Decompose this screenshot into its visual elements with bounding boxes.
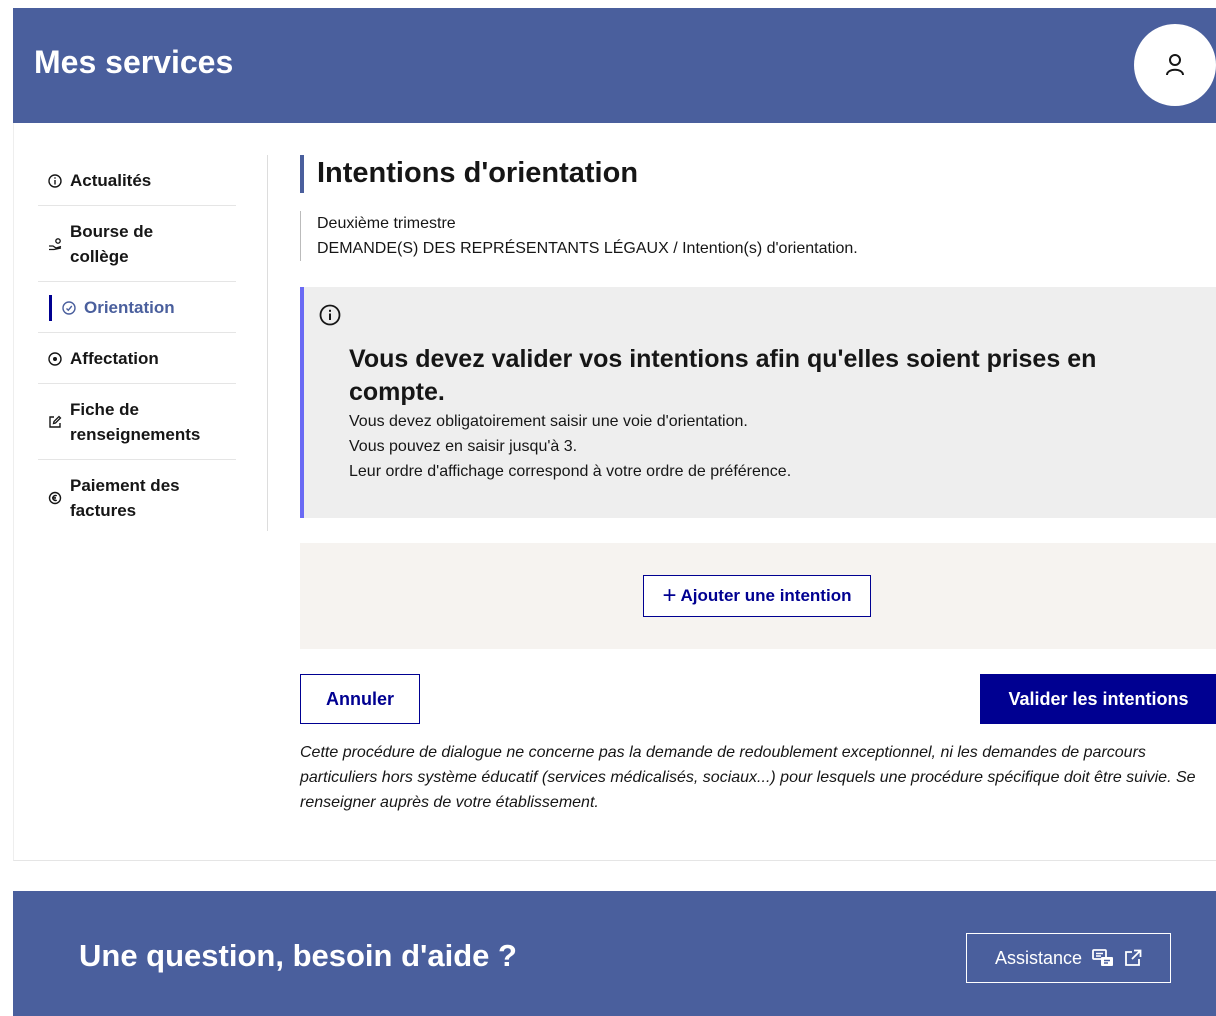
sidebar-item-label: Orientation bbox=[84, 298, 175, 317]
notice-line: Leur ordre d'affichage correspond à votr… bbox=[349, 463, 792, 480]
scholarship-icon bbox=[48, 219, 70, 269]
validate-intentions-button[interactable]: Valider les intentions bbox=[980, 674, 1216, 724]
user-icon bbox=[1166, 54, 1184, 76]
notice-title: Vous devez valider vos intentions afin q… bbox=[349, 345, 1097, 406]
sidebar-item-affectation[interactable]: Affectation bbox=[38, 333, 236, 384]
compass-icon bbox=[62, 295, 84, 320]
compass-icon bbox=[48, 346, 70, 371]
disclaimer-text: Cette procédure de dialogue ne concerne … bbox=[300, 744, 1196, 811]
header: Mes services bbox=[13, 8, 1216, 123]
sidebar-item-fiche[interactable]: Fiche de renseignements bbox=[38, 384, 236, 460]
sidebar-item-label: Actualités bbox=[70, 171, 152, 190]
info-icon bbox=[319, 304, 341, 331]
sidebar-divider bbox=[267, 155, 268, 531]
plus-icon: + bbox=[662, 582, 677, 609]
info-icon bbox=[48, 168, 70, 193]
sidebar-item-label: Bourse de collège bbox=[70, 222, 154, 266]
footer: Une question, besoin d'aide ? Assistance bbox=[13, 891, 1216, 1016]
active-indicator bbox=[49, 295, 52, 321]
page-title: Intentions d'orientation bbox=[317, 157, 639, 189]
notice-line: Vous devez obligatoirement saisir une vo… bbox=[349, 413, 748, 430]
assistance-label: Assistance bbox=[994, 947, 1083, 968]
add-intention-button[interactable]: + Ajouter une intention bbox=[643, 575, 871, 617]
notice-text: Vous devez obligatoirement saisir une vo… bbox=[349, 409, 791, 484]
sidebar-item-label: Affectation bbox=[70, 349, 159, 368]
period-label: Deuxième trimestre bbox=[317, 215, 456, 232]
notice-line: Vous pouvez en saisir jusqu'à 3. bbox=[349, 438, 578, 455]
page-subheading: Deuxième trimestre DEMANDE(S) DES REPRÉS… bbox=[300, 211, 858, 261]
sidebar-nav: Actualités Bourse de collège Orientation… bbox=[38, 155, 236, 535]
cancel-button[interactable]: Annuler bbox=[300, 674, 420, 724]
sidebar-item-label: Fiche de renseignements bbox=[70, 400, 201, 444]
user-account-button[interactable] bbox=[1134, 24, 1216, 106]
add-intention-label: Ajouter une intention bbox=[680, 586, 852, 605]
header-title: Mes services bbox=[34, 44, 234, 80]
sidebar-item-label: Paiement des factures bbox=[70, 476, 180, 520]
add-intention-zone: + Ajouter une intention bbox=[300, 543, 1216, 649]
payment-icon bbox=[48, 473, 70, 523]
sidebar-item-actualites[interactable]: Actualités bbox=[38, 155, 236, 206]
edit-icon bbox=[48, 397, 70, 447]
main-panel: Actualités Bourse de collège Orientation… bbox=[13, 123, 1216, 861]
page-title-block: Intentions d'orientation bbox=[300, 155, 638, 193]
breadcrumb: DEMANDE(S) DES REPRÉSENTANTS LÉGAUX / In… bbox=[317, 240, 858, 257]
sidebar-item-bourse[interactable]: Bourse de collège bbox=[38, 206, 236, 282]
assistance-button[interactable]: Assistance bbox=[966, 933, 1171, 983]
external-link-icon bbox=[1125, 949, 1142, 966]
sidebar-item-paiement[interactable]: Paiement des factures bbox=[38, 460, 236, 535]
support-icon bbox=[1092, 949, 1114, 966]
footer-title: Une question, besoin d'aide ? bbox=[79, 938, 517, 973]
info-notice: Vous devez valider vos intentions afin q… bbox=[300, 287, 1216, 518]
sidebar-item-orientation[interactable]: Orientation bbox=[38, 282, 236, 333]
